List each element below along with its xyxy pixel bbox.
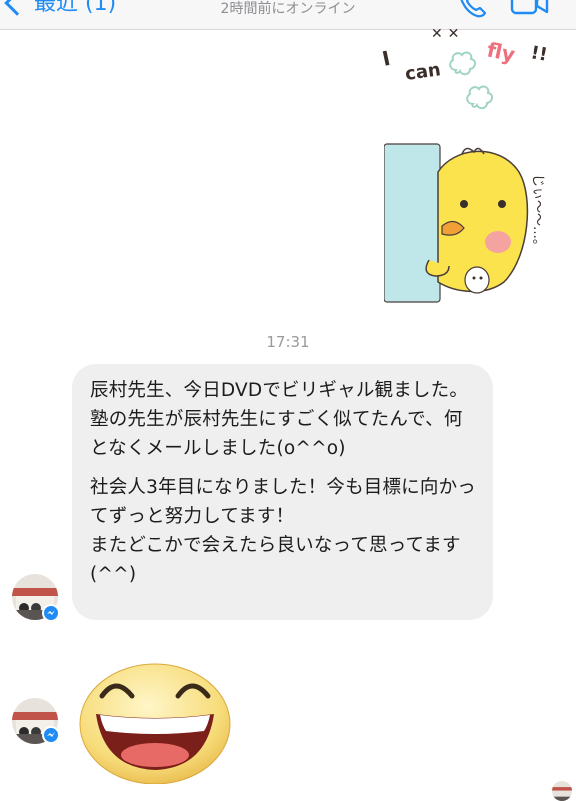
i-can-fly-sticker[interactable]: ✕ ✕ I can fly !! — [376, 26, 556, 120]
message-paragraph: 社会人3年目になりました！今も目標に向かってずっと努力してます！ またどこかで会… — [90, 477, 476, 585]
phone-icon[interactable] — [456, 0, 490, 22]
message-paragraph: 辰村先生、今日DVDでビリギャル観ました。 塾の先生が辰村先生にすごく似てたんで… — [90, 380, 469, 459]
fly-text-i: I — [380, 46, 392, 71]
message-bubble[interactable]: 辰村先生、今日DVDでビリギャル観ました。 塾の先生が辰村先生にすごく似てたんで… — [72, 364, 493, 620]
svg-text:✕ ✕: ✕ ✕ — [431, 26, 459, 42]
fly-text-fly: fly — [485, 37, 517, 66]
fly-text-can: can — [404, 59, 442, 85]
message-timestamp: 17:31 — [266, 333, 310, 351]
peek-text: じぃ〜〜…。 — [530, 174, 545, 252]
read-receipt-avatar — [552, 781, 572, 801]
video-camera-icon[interactable] — [510, 0, 550, 18]
messenger-badge-icon — [42, 726, 60, 744]
messenger-badge-icon — [42, 604, 60, 622]
fly-text-bang: !! — [529, 42, 549, 66]
peeking-chick-sticker[interactable]: じぃ〜〜…。 — [384, 142, 556, 304]
laughing-emoji-sticker[interactable] — [78, 652, 232, 784]
wall-shape — [384, 143, 441, 303]
